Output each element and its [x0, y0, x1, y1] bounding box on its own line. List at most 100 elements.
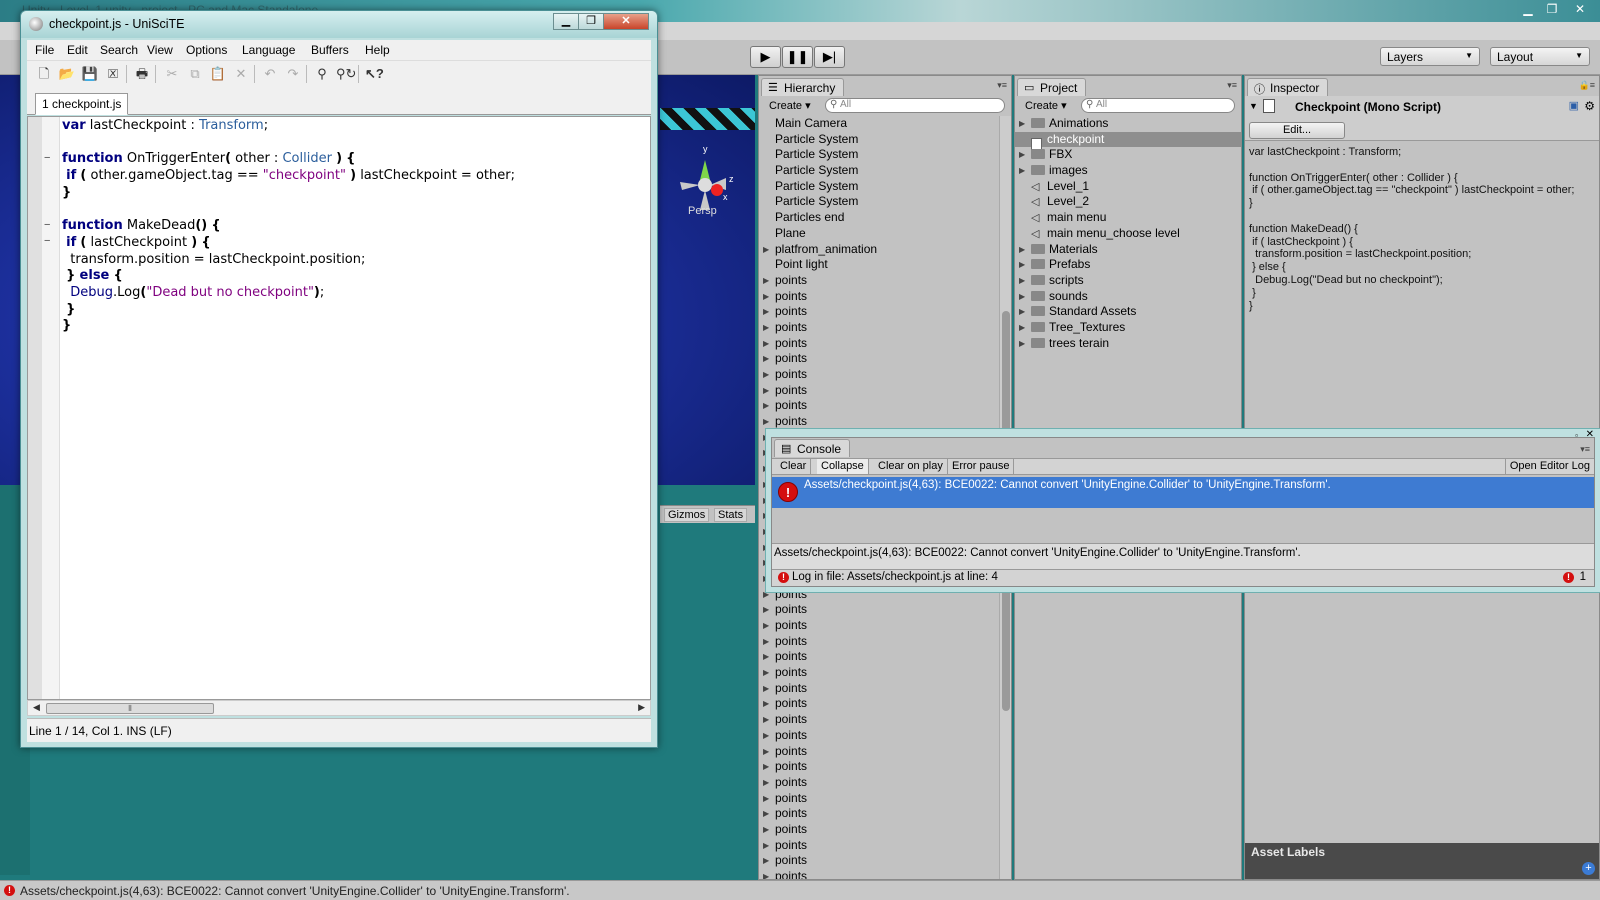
- find-icon[interactable]: ⚲: [313, 65, 331, 83]
- hierarchy-item[interactable]: Main Camera: [759, 116, 999, 132]
- project-item[interactable]: ▶ scripts: [1015, 273, 1241, 289]
- hierarchy-item[interactable]: ▶ platfrom_animation: [759, 242, 999, 258]
- gizmos-button[interactable]: Gizmos: [664, 508, 710, 522]
- hierarchy-item[interactable]: ▶ points: [759, 775, 999, 791]
- layers-dropdown[interactable]: Layers ▼: [1380, 47, 1480, 66]
- expand-arrow-icon[interactable]: ▶: [1019, 116, 1025, 132]
- hierarchy-item[interactable]: ▶ points: [759, 634, 999, 650]
- expand-arrow-icon[interactable]: ▶: [1019, 273, 1025, 289]
- settings-gear-icon[interactable]: ⚙: [1584, 99, 1595, 113]
- project-item[interactable]: ▶ FBX: [1015, 147, 1241, 163]
- menu-help[interactable]: Help: [365, 43, 390, 57]
- hierarchy-item[interactable]: ▶ points: [759, 320, 999, 336]
- project-item[interactable]: ▶ Materials: [1015, 242, 1241, 258]
- project-item[interactable]: ◁ Level_1: [1015, 179, 1241, 195]
- expand-arrow-icon[interactable]: ▶: [763, 744, 769, 760]
- hierarchy-item[interactable]: ▶ points: [759, 398, 999, 414]
- tab-console[interactable]: ▤ Console: [774, 439, 851, 457]
- scroll-left-icon[interactable]: ◀: [33, 702, 40, 713]
- hierarchy-item[interactable]: ▶ points: [759, 273, 999, 289]
- cut-icon[interactable]: ✂: [163, 65, 181, 83]
- code-editor[interactable]: − − − var lastCheckpoint : Transform; fun…: [27, 116, 651, 700]
- maximize-icon[interactable]: ❐: [1542, 2, 1562, 18]
- tab-hierarchy[interactable]: ☰ Hierarchy: [761, 78, 845, 96]
- expand-arrow-icon[interactable]: ▶: [763, 869, 769, 879]
- find-replace-icon[interactable]: ⚲↻: [336, 65, 356, 83]
- persp-label[interactable]: Persp: [688, 205, 717, 217]
- expand-arrow-icon[interactable]: ▶: [1019, 242, 1025, 258]
- menu-search[interactable]: Search: [100, 43, 138, 57]
- hierarchy-item[interactable]: ▶ points: [759, 367, 999, 383]
- hierarchy-item[interactable]: ▶ points: [759, 665, 999, 681]
- expand-arrow-icon[interactable]: ▶: [1019, 163, 1025, 179]
- fold-minus-icon[interactable]: −: [44, 152, 53, 164]
- undo-icon[interactable]: ↶: [261, 65, 279, 83]
- minimize-button[interactable]: ▁: [553, 13, 579, 30]
- fold-minus-icon[interactable]: −: [44, 235, 53, 247]
- expand-arrow-icon[interactable]: ▶: [763, 320, 769, 336]
- collapse-arrow-icon[interactable]: ▼: [1249, 101, 1258, 111]
- expand-arrow-icon[interactable]: ▶: [1019, 289, 1025, 305]
- hierarchy-item[interactable]: Particle System: [759, 194, 999, 210]
- hierarchy-item[interactable]: Particles end: [759, 210, 999, 226]
- horizontal-scrollbar[interactable]: ◀ ⦀ ▶: [27, 700, 651, 716]
- expand-arrow-icon[interactable]: ▶: [1019, 304, 1025, 320]
- code-text[interactable]: var lastCheckpoint : Transform; function …: [62, 118, 650, 699]
- project-create-button[interactable]: Create ▾: [1019, 98, 1073, 114]
- hierarchy-item[interactable]: ▶ points: [759, 681, 999, 697]
- expand-arrow-icon[interactable]: ▶: [763, 665, 769, 681]
- project-item[interactable]: ▶ Animations: [1015, 116, 1241, 132]
- open-editor-log-button[interactable]: Open Editor Log: [1504, 459, 1594, 474]
- unity-status-bar[interactable]: ! Assets/checkpoint.js(4,63): BCE0022: C…: [0, 880, 1600, 900]
- scroll-right-icon[interactable]: ▶: [638, 702, 645, 713]
- expand-arrow-icon[interactable]: ▶: [763, 398, 769, 414]
- maximize-button[interactable]: ❐: [578, 13, 604, 30]
- print-icon[interactable]: 🖶: [133, 65, 151, 83]
- hierarchy-item[interactable]: ▶ points: [759, 759, 999, 775]
- close-file-icon[interactable]: 🗵: [104, 65, 122, 83]
- minimize-icon[interactable]: ▁: [1518, 2, 1538, 18]
- hierarchy-item[interactable]: Particle System: [759, 147, 999, 163]
- expand-arrow-icon[interactable]: ▶: [763, 775, 769, 791]
- project-item[interactable]: ◁ main menu: [1015, 210, 1241, 226]
- console-error-pause-button[interactable]: Error pause: [948, 459, 1015, 474]
- project-item[interactable]: ▶ images: [1015, 163, 1241, 179]
- project-item[interactable]: ◁ main menu_choose level: [1015, 226, 1241, 242]
- hierarchy-item[interactable]: Point light: [759, 257, 999, 273]
- expand-arrow-icon[interactable]: ▶: [763, 304, 769, 320]
- hierarchy-item[interactable]: ▶ points: [759, 304, 999, 320]
- hierarchy-item[interactable]: ▶ points: [759, 602, 999, 618]
- panel-menu-icon[interactable]: ▾≡: [1580, 444, 1590, 455]
- project-item[interactable]: ▶ sounds: [1015, 289, 1241, 305]
- hierarchy-item[interactable]: ▶ points: [759, 618, 999, 634]
- project-item[interactable]: ◁ Level_2: [1015, 194, 1241, 210]
- project-search-input[interactable]: ⚲ All: [1081, 98, 1235, 113]
- tab-checkpoint-js[interactable]: 1 checkpoint.js: [35, 93, 129, 115]
- project-item[interactable]: ▶ trees terain: [1015, 336, 1241, 352]
- expand-arrow-icon[interactable]: ▶: [763, 634, 769, 650]
- menu-file[interactable]: File: [35, 43, 54, 57]
- close-button[interactable]: ✕: [603, 13, 649, 30]
- hierarchy-item[interactable]: ▶ points: [759, 806, 999, 822]
- scrollbar-thumb[interactable]: ⦀: [46, 703, 214, 714]
- step-button[interactable]: ▶|: [814, 46, 845, 68]
- expand-arrow-icon[interactable]: ▶: [763, 602, 769, 618]
- new-file-icon[interactable]: 🗋: [35, 65, 53, 83]
- expand-arrow-icon[interactable]: ▶: [763, 273, 769, 289]
- expand-arrow-icon[interactable]: ▶: [1019, 147, 1025, 163]
- close-icon[interactable]: ✕: [1570, 2, 1590, 18]
- menu-edit[interactable]: Edit: [67, 43, 88, 57]
- menu-view[interactable]: View: [147, 43, 173, 57]
- expand-arrow-icon[interactable]: ▶: [763, 728, 769, 744]
- menu-buffers[interactable]: Buffers: [311, 43, 349, 57]
- expand-arrow-icon[interactable]: ▶: [763, 712, 769, 728]
- expand-arrow-icon[interactable]: ▶: [763, 791, 769, 807]
- scite-titlebar[interactable]: checkpoint.js - UniSciTE ▁ ❐ ✕: [21, 11, 657, 38]
- edit-button[interactable]: Edit...: [1249, 122, 1345, 139]
- expand-arrow-icon[interactable]: ▶: [1019, 320, 1025, 336]
- project-item[interactable]: ▶ Standard Assets: [1015, 304, 1241, 320]
- redo-icon[interactable]: ↷: [284, 65, 302, 83]
- hierarchy-item[interactable]: Particle System: [759, 163, 999, 179]
- project-item[interactable]: ▶ Tree_Textures: [1015, 320, 1241, 336]
- expand-arrow-icon[interactable]: ▶: [763, 351, 769, 367]
